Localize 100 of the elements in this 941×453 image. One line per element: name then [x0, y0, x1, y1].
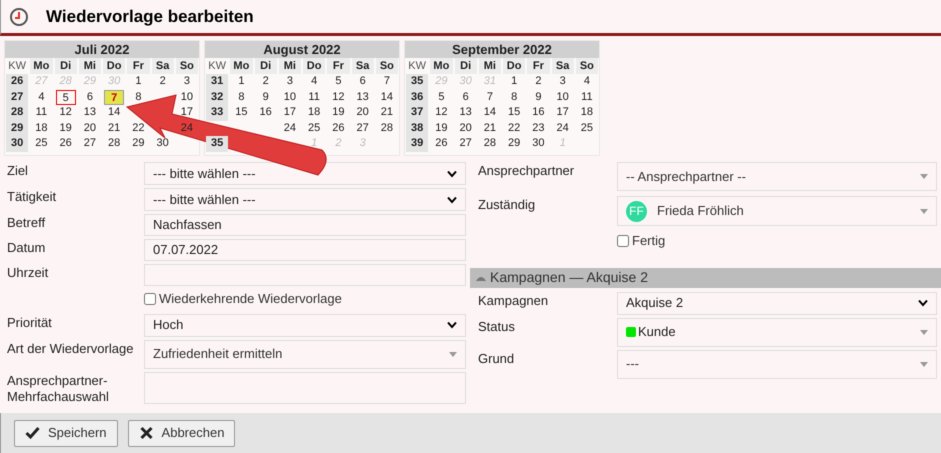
dropdown-field[interactable]: Zufriedenheit ermitteln [144, 340, 466, 368]
calendar-day[interactable]: 15 [502, 105, 526, 120]
calendar-day[interactable]: 10 [278, 90, 302, 105]
calendar-day[interactable]: 25 [29, 136, 54, 152]
calendar-day[interactable]: 8 [126, 90, 150, 105]
calendar-day[interactable]: 20 [78, 120, 102, 136]
select-field[interactable]: --- bitte wählen --- [144, 188, 466, 211]
calendar-day[interactable]: 3 [174, 74, 199, 90]
calendar-day[interactable]: 7 [374, 74, 399, 90]
calendar-day[interactable]: 3 [278, 74, 302, 90]
calendar-day[interactable]: 4 [574, 74, 599, 90]
calendar-day[interactable]: 30 [150, 136, 175, 152]
calendar-day[interactable]: 16 [254, 105, 278, 120]
dropdown-field[interactable]: Kunde [617, 318, 937, 346]
calendar-day[interactable]: 14 [478, 105, 502, 120]
calendar-day[interactable]: 19 [429, 120, 454, 136]
save-button[interactable]: Speichern [14, 420, 118, 446]
calendar-day[interactable]: 22 [502, 120, 526, 136]
checkbox[interactable] [617, 234, 629, 247]
calendar-day[interactable]: 18 [29, 120, 54, 136]
calendar-day[interactable]: 25 [574, 120, 599, 136]
calendar-day[interactable]: 8 [502, 90, 526, 105]
calendar-day[interactable]: 6 [454, 90, 478, 105]
calendar-day[interactable]: 11 [302, 90, 326, 105]
input-field[interactable] [144, 372, 466, 404]
calendar-day[interactable]: 1 [126, 74, 150, 90]
calendar-day[interactable]: 2 [150, 74, 175, 90]
input-field[interactable]: 07.07.2022 [144, 239, 466, 261]
calendar-day[interactable]: 8 [229, 90, 254, 105]
dropdown-field[interactable]: --- [617, 350, 937, 378]
calendar-day[interactable]: 25 [302, 120, 326, 136]
calendar-day[interactable]: 17 [550, 105, 575, 120]
checkbox[interactable] [144, 292, 156, 305]
dropdown-field[interactable]: -- Ansprechpartner -- [617, 162, 937, 191]
calendar-day[interactable]: 27 [350, 120, 375, 136]
calendar-day[interactable]: 1 [229, 74, 254, 90]
input-field[interactable]: Nachfassen [144, 214, 466, 236]
calendar-day[interactable]: 18 [574, 105, 599, 120]
select-field[interactable]: Hoch [144, 314, 466, 336]
calendar-day[interactable]: 15 [229, 105, 254, 120]
calendar-day[interactable]: 21 [102, 120, 126, 136]
calendar-day[interactable]: 22 [126, 120, 150, 136]
input-field[interactable] [144, 264, 466, 286]
calendar-day[interactable]: 5 [56, 90, 76, 105]
select-field[interactable]: --- bitte wählen --- [144, 162, 466, 185]
calendar-day[interactable]: 11 [29, 105, 54, 120]
calendar-day[interactable]: 24 [550, 120, 575, 136]
calendar-day[interactable]: 2 [254, 74, 278, 90]
calendar-day[interactable]: 29 [502, 136, 526, 152]
calendar-day[interactable]: 20 [350, 105, 375, 120]
calendar-day[interactable]: 5 [429, 90, 454, 105]
calendar-day[interactable]: 10 [174, 90, 199, 105]
collapse-icon[interactable] [476, 274, 486, 280]
calendar-day[interactable]: 12 [326, 90, 350, 105]
calendar-day[interactable]: 2 [526, 74, 550, 90]
cancel-button[interactable]: Abbrechen [128, 420, 236, 446]
calendar-day[interactable]: 14 [374, 90, 399, 105]
calendar-day[interactable]: 12 [429, 105, 454, 120]
calendar-day[interactable]: 29 [126, 136, 150, 152]
calendar-day[interactable]: 9 [254, 90, 278, 105]
calendar-day[interactable]: 28 [374, 120, 399, 136]
calendar-day[interactable]: 13 [454, 105, 478, 120]
calendar-day[interactable]: 6 [78, 90, 102, 105]
calendar-day[interactable]: 17 [174, 105, 199, 120]
calendar-day[interactable]: 7 [104, 90, 124, 105]
calendar-day[interactable]: 26 [429, 136, 454, 152]
calendar-day[interactable]: 23 [526, 120, 550, 136]
calendar-day[interactable]: 7 [478, 90, 502, 105]
calendar-day[interactable]: 19 [326, 105, 350, 120]
calendar-day[interactable]: 4 [302, 74, 326, 90]
calendar-day[interactable]: 4 [29, 90, 54, 105]
calendar-day[interactable]: 26 [54, 136, 78, 152]
calendar-day[interactable]: 27 [454, 136, 478, 152]
calendar-day[interactable]: 21 [478, 120, 502, 136]
calendar-day[interactable]: 20 [454, 120, 478, 136]
calendar-day[interactable]: 10 [550, 90, 575, 105]
calendar-day[interactable]: 13 [350, 90, 375, 105]
dropdown-field[interactable]: FF Frieda Fröhlich [617, 196, 937, 226]
calendar-day[interactable]: 6 [350, 74, 375, 90]
calendar-day[interactable]: 24 [278, 120, 302, 136]
calendar-day[interactable]: 24 [174, 120, 199, 136]
calendar-day[interactable]: 19 [54, 120, 78, 136]
calendar-day[interactable]: 17 [278, 105, 302, 120]
calendar-day[interactable]: 5 [326, 74, 350, 90]
calendar-day[interactable]: 14 [102, 105, 126, 120]
calendar-day[interactable]: 9 [526, 90, 550, 105]
calendar-day[interactable]: 28 [102, 136, 126, 152]
calendar-day[interactable]: 30 [526, 136, 550, 152]
calendar-day[interactable]: 1 [502, 74, 526, 90]
calendar-day[interactable]: 26 [326, 120, 350, 136]
select-field[interactable]: Akquise 2 [617, 292, 937, 314]
calendar-day[interactable]: 18 [302, 105, 326, 120]
calendar-day[interactable]: 12 [54, 105, 78, 120]
calendar-day[interactable]: 13 [78, 105, 102, 120]
calendar-day[interactable]: 28 [478, 136, 502, 152]
calendar-day[interactable]: 27 [78, 136, 102, 152]
calendar-day[interactable]: 3 [550, 74, 575, 90]
calendar-day[interactable]: 11 [574, 90, 599, 105]
calendar-day[interactable]: 16 [526, 105, 550, 120]
calendar-day[interactable]: 21 [374, 105, 399, 120]
